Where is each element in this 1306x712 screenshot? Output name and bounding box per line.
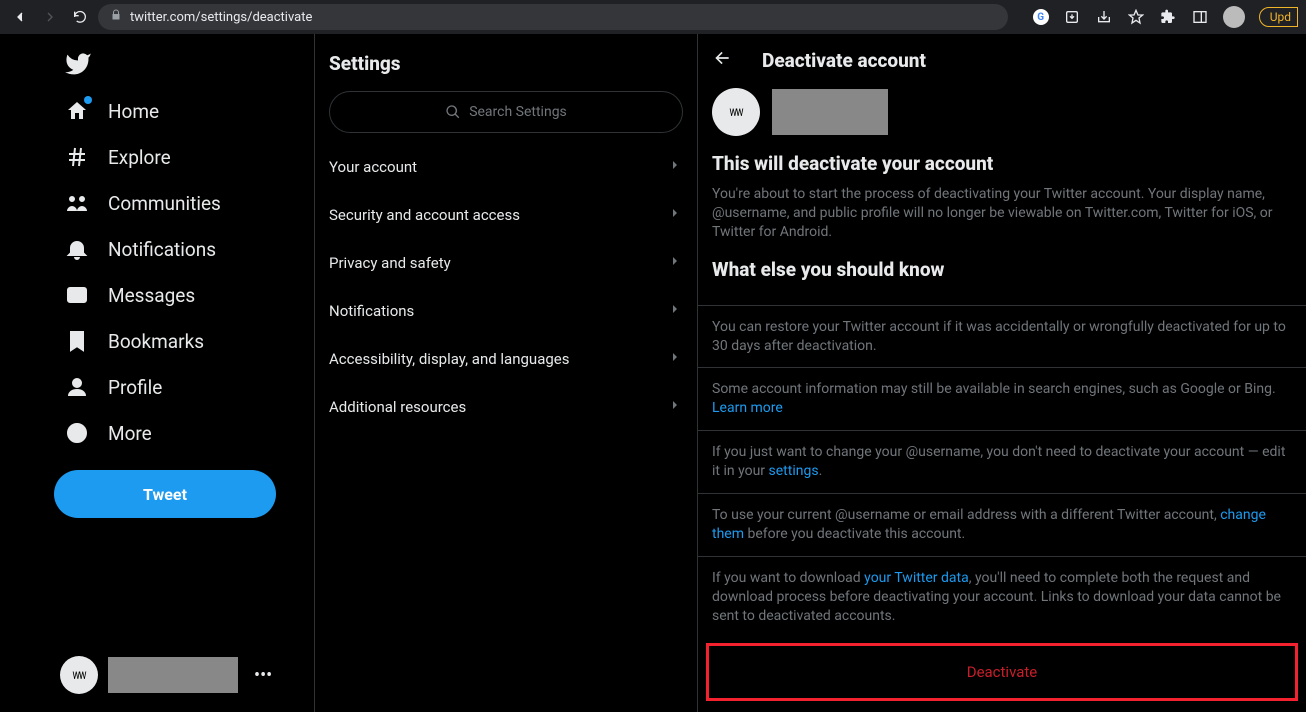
settings-item-privacy[interactable]: Privacy and safety [315, 239, 697, 287]
settings-panel: Settings Search Settings Your account Se… [314, 34, 698, 712]
learn-more-link[interactable]: Learn more [712, 400, 783, 416]
extensions-icon[interactable] [1159, 8, 1177, 26]
more-circle-icon [64, 420, 90, 446]
nav-label: Messages [108, 284, 195, 307]
nav-explore[interactable]: Explore [54, 134, 304, 180]
tweet-button[interactable]: Tweet [54, 470, 276, 518]
settings-item-accessibility[interactable]: Accessibility, display, and languages [315, 335, 697, 383]
chevron-right-icon [667, 301, 683, 321]
row-label: Notifications [329, 302, 414, 320]
chevron-right-icon [667, 349, 683, 369]
info-text: You can restore your Twitter account if … [698, 305, 1306, 368]
nav-label: Bookmarks [108, 330, 204, 353]
back-button[interactable] [712, 48, 732, 72]
nav-label: More [108, 422, 152, 445]
row-label: Privacy and safety [329, 254, 451, 272]
row-label: Security and account access [329, 206, 520, 224]
nav-profile[interactable]: Profile [54, 364, 304, 410]
communities-icon [64, 190, 90, 216]
forward-browser-button[interactable] [38, 5, 62, 29]
section-heading: This will deactivate your account [712, 152, 1292, 175]
search-icon [445, 104, 461, 120]
user-name-redacted [772, 89, 888, 135]
settings-title: Settings [315, 34, 697, 91]
row-label: Your account [329, 158, 417, 176]
bookmark-icon [64, 328, 90, 354]
nav-label: Home [108, 100, 159, 123]
chevron-right-icon [667, 253, 683, 273]
settings-item-security[interactable]: Security and account access [315, 191, 697, 239]
nav-label: Communities [108, 192, 221, 215]
user-profile-row[interactable]: ww [698, 80, 1306, 150]
google-icon[interactable]: G [1033, 9, 1049, 25]
nav-label: Profile [108, 376, 162, 399]
notification-dot-icon [84, 96, 92, 104]
info-text: Some account information may still be av… [698, 367, 1306, 430]
bell-icon [64, 236, 90, 262]
home-icon [64, 98, 90, 124]
settings-item-notifications[interactable]: Notifications [315, 287, 697, 335]
profile-icon [64, 374, 90, 400]
share-icon[interactable] [1095, 8, 1113, 26]
nav-communities[interactable]: Communities [54, 180, 304, 226]
nav-messages[interactable]: Messages [54, 272, 304, 318]
settings-item-your-account[interactable]: Your account [315, 143, 697, 191]
lock-icon [110, 9, 122, 25]
hash-icon [64, 144, 90, 170]
back-browser-button[interactable] [8, 5, 32, 29]
info-text: If you just want to change your @usernam… [698, 430, 1306, 493]
settings-item-additional[interactable]: Additional resources [315, 383, 697, 431]
account-name-redacted [108, 657, 238, 693]
nav-more[interactable]: More [54, 410, 304, 456]
twitter-data-link[interactable]: your Twitter data [864, 570, 969, 586]
section-text: You're about to start the process of dea… [712, 185, 1292, 242]
browser-chrome: twitter.com/settings/deactivate G Upd [0, 0, 1306, 34]
page-title: Deactivate account [762, 49, 926, 72]
avatar: ww [60, 656, 98, 694]
account-switcher[interactable]: ww ••• [54, 648, 304, 702]
main-panel: Deactivate account ww This will deactiva… [698, 34, 1306, 712]
star-icon[interactable] [1127, 8, 1145, 26]
deactivate-highlight: Deactivate [706, 643, 1298, 701]
mail-icon [64, 282, 90, 308]
address-bar[interactable]: twitter.com/settings/deactivate [98, 4, 1008, 30]
chevron-right-icon [667, 397, 683, 417]
reload-browser-button[interactable] [68, 5, 92, 29]
nav-home[interactable]: Home [54, 88, 304, 134]
panel-icon[interactable] [1191, 8, 1209, 26]
chevron-right-icon [667, 157, 683, 177]
row-label: Additional resources [329, 398, 466, 416]
nav-bookmarks[interactable]: Bookmarks [54, 318, 304, 364]
deactivate-button[interactable]: Deactivate [709, 646, 1295, 698]
twitter-logo-icon[interactable] [54, 44, 304, 88]
sidebar: Home Explore Communities Notifications M… [0, 34, 314, 712]
install-icon[interactable] [1063, 8, 1081, 26]
info-text: If you want to download your Twitter dat… [698, 556, 1306, 638]
nav-label: Explore [108, 146, 171, 169]
search-settings-input[interactable]: Search Settings [329, 91, 683, 133]
update-button[interactable]: Upd [1259, 7, 1298, 27]
row-label: Accessibility, display, and languages [329, 350, 569, 368]
nav-label: Notifications [108, 238, 216, 261]
avatar: ww [712, 88, 760, 136]
info-text: To use your current @username or email a… [698, 493, 1306, 556]
ellipsis-icon: ••• [254, 665, 272, 686]
search-placeholder: Search Settings [469, 104, 567, 120]
nav-notifications[interactable]: Notifications [54, 226, 304, 272]
profile-avatar-icon[interactable] [1223, 6, 1245, 28]
chevron-right-icon [667, 205, 683, 225]
url-text: twitter.com/settings/deactivate [130, 10, 312, 25]
section-heading: What else you should know [712, 258, 1292, 281]
settings-link[interactable]: settings [769, 463, 819, 479]
